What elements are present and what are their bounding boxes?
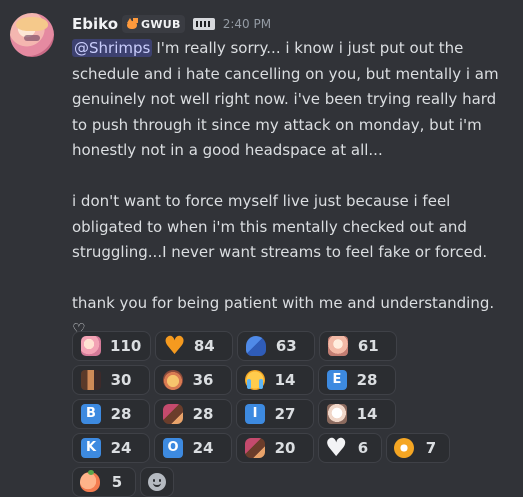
reaction-count: 14 <box>274 371 296 389</box>
fox-icon <box>126 18 138 30</box>
reaction-count: 30 <box>110 371 132 389</box>
anime-face-emoji-icon <box>81 336 101 356</box>
guild-tag-label: GWUB <box>141 17 181 31</box>
reaction-count: 6 <box>357 439 369 457</box>
reaction-count: 110 <box>110 337 142 355</box>
game-controller-badge-icon[interactable] <box>192 18 215 30</box>
reaction-count: 7 <box>425 439 437 457</box>
reaction-count: 27 <box>274 405 296 423</box>
reaction-button[interactable]: I 27 <box>236 399 314 429</box>
reaction-button[interactable]: O 24 <box>154 433 232 463</box>
message-content: @Shrimps I'm really sorry... i know i jus… <box>72 36 512 342</box>
reaction-count: 24 <box>192 439 214 457</box>
guild-tag[interactable]: GWUB <box>122 15 185 33</box>
orange-heart-emoji-icon <box>163 331 185 360</box>
manga-face-emoji-icon <box>327 404 347 424</box>
reaction-button[interactable]: 61 <box>319 331 398 361</box>
reaction-button[interactable]: 84 <box>155 331 234 361</box>
message-paragraph: i don't want to force myself live just b… <box>72 189 512 266</box>
message-text: i don't want to force myself live just b… <box>72 192 488 261</box>
reaction-button[interactable]: B 28 <box>72 399 150 429</box>
reaction-button[interactable]: 5 <box>72 467 136 497</box>
anime-face-2-emoji-icon <box>328 336 349 356</box>
reaction-count: 61 <box>357 337 379 355</box>
letter-k-emoji-icon: K <box>81 438 101 458</box>
reaction-count: 14 <box>356 405 378 423</box>
white-heart-emoji-icon <box>325 433 347 462</box>
reaction-count: 63 <box>275 337 297 355</box>
reaction-count: 84 <box>193 337 215 355</box>
message-paragraph: @Shrimps I'm really sorry... i know i jus… <box>72 36 512 164</box>
reaction-button[interactable]: 14 <box>318 399 396 429</box>
cat-emoji-icon <box>163 370 183 390</box>
coin-emoji-icon <box>394 438 414 458</box>
message-timestamp[interactable]: 2:40 PM <box>223 17 271 31</box>
author-avatar[interactable] <box>10 13 54 57</box>
reaction-count: 28 <box>356 371 378 389</box>
user-mention[interactable]: @Shrimps <box>72 39 153 57</box>
reaction-count: 36 <box>192 371 214 389</box>
peach-emoji-icon <box>80 470 100 492</box>
reaction-count: 5 <box>111 473 123 491</box>
reaction-button[interactable]: 7 <box>386 433 450 463</box>
add-reaction-button[interactable] <box>140 467 174 497</box>
reaction-button[interactable]: E 28 <box>318 365 396 395</box>
add-reaction-icon <box>148 473 166 491</box>
letter-o-emoji-icon: O <box>163 438 183 458</box>
author-username[interactable]: Ebiko <box>72 15 118 33</box>
reaction-count: 24 <box>110 439 132 457</box>
reaction-button[interactable]: K 24 <box>72 433 150 463</box>
pixel-art-emoji-icon <box>81 370 101 390</box>
reactions-bar: 110 84 63 61 30 36 14 E28 B28 28 I27 14 … <box>72 331 472 497</box>
reaction-button[interactable]: 110 <box>72 331 152 361</box>
reaction-count: 20 <box>274 439 296 457</box>
hugging-people-emoji-icon <box>246 336 267 356</box>
reaction-count: 28 <box>110 405 132 423</box>
letter-e-emoji-icon: E <box>327 370 347 390</box>
reaction-button[interactable]: 63 <box>237 331 316 361</box>
reaction-count: 28 <box>192 405 214 423</box>
message-header: Ebiko GWUB 2:40 PM <box>72 14 271 34</box>
letter-b-emoji-icon: B <box>81 404 101 424</box>
reaction-button[interactable]: 20 <box>236 433 314 463</box>
message-text: I'm really sorry... i know i just put ou… <box>72 39 499 159</box>
reaction-button[interactable]: 6 <box>318 433 382 463</box>
reaction-button[interactable]: 14 <box>236 365 314 395</box>
reaction-button[interactable]: 30 <box>72 365 150 395</box>
dancing-couple-2-emoji-icon <box>245 438 265 458</box>
dancing-couple-emoji-icon <box>163 404 183 424</box>
reaction-button[interactable]: 28 <box>154 399 232 429</box>
letter-i-emoji-icon: I <box>245 404 265 424</box>
reaction-button[interactable]: 36 <box>154 365 232 395</box>
crying-face-emoji-icon <box>245 370 265 390</box>
